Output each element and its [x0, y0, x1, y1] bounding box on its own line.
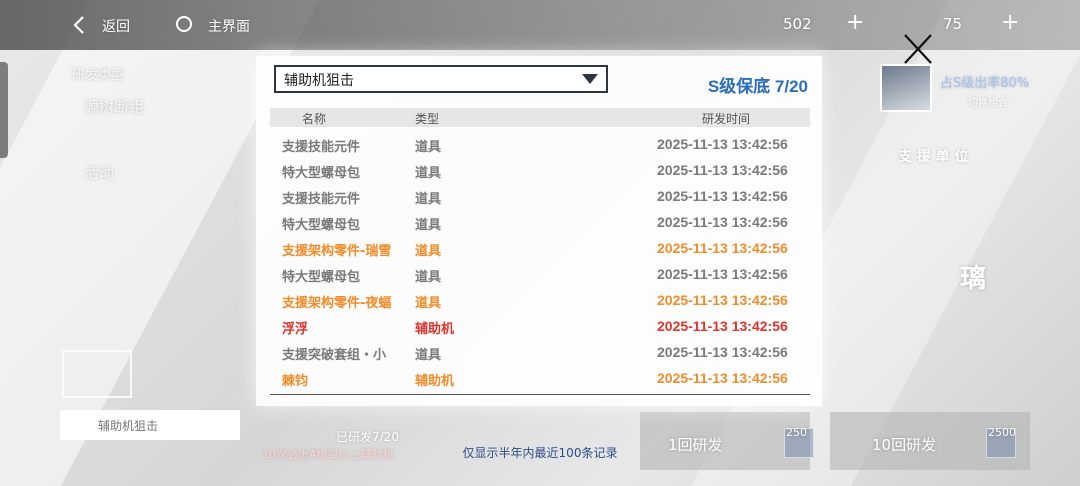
history-item-time: 2025-11-13 13:42:56	[657, 188, 788, 204]
column-time-header: 研发时间	[702, 112, 751, 126]
rate-label: 占S级出率80%	[940, 76, 1030, 91]
back-label[interactable]: 返回	[102, 16, 130, 36]
plus-icon[interactable]: +	[1001, 10, 1019, 35]
table-row: 棘钧 辅助机 2025-11-13 13:42:56	[270, 361, 810, 389]
home-icon[interactable]	[176, 16, 192, 32]
pool-tab[interactable]: 辅助机狙击	[60, 410, 240, 440]
history-item-time: 2025-11-13 13:42:56	[657, 370, 788, 386]
pull-10-cost: 2500	[988, 426, 1016, 439]
history-item-time: 2025-11-13 13:42:56	[657, 136, 788, 152]
side-handle[interactable]	[0, 62, 8, 158]
records-footnote: 仅显示半年内最近100条记录	[462, 446, 618, 460]
avatar	[880, 64, 932, 112]
column-name-header: 名称	[302, 112, 327, 126]
guarantee-counter: S级保底 7/20	[707, 77, 808, 96]
table-row: 支援架构零件-瑞雪 道具 2025-11-13 13:42:56	[270, 231, 810, 259]
history-item-name: 棘钧	[282, 374, 309, 389]
plus-icon[interactable]: +	[846, 10, 864, 35]
history-item-time: 2025-11-13 13:42:56	[657, 344, 788, 360]
currency-2-amount: 75	[943, 15, 963, 33]
table-row: 支援架构零件-夜蝠 道具 2025-11-13 13:42:56	[270, 283, 810, 311]
table-row: 特大型螺母包 道具 2025-11-13 13:42:56	[270, 205, 810, 233]
column-type-header: 类型	[415, 112, 440, 126]
table-header: 名称 类型 研发时间	[270, 108, 810, 127]
support-unit-label: 支 援 单 位	[898, 149, 969, 165]
unit-name: 璃	[960, 264, 987, 294]
table-divider	[270, 394, 810, 395]
history-item-time: 2025-11-13 13:42:56	[657, 318, 788, 334]
table-row: 支援技能元件 道具 2025-11-13 13:42:56	[270, 127, 810, 155]
back-chevron-icon[interactable]	[72, 15, 86, 35]
pool-select[interactable]: 辅助机狙击	[274, 65, 608, 93]
home-label[interactable]: 主界面	[208, 16, 250, 36]
pool-tab-label: 辅助机狙击	[98, 419, 159, 433]
history-item-time: 2025-11-13 13:42:56	[657, 240, 788, 256]
table-row: 特大型螺母包 道具 2025-11-13 13:42:56	[270, 153, 810, 181]
bg-card	[62, 350, 132, 398]
menu-item[interactable]: 源树断组	[84, 96, 144, 117]
close-button[interactable]	[898, 30, 938, 68]
history-item-time: 2025-11-13 13:42:56	[657, 162, 788, 178]
currency-1-amount: 502	[783, 15, 812, 33]
pool-select-value: 辅助机狙击	[284, 73, 354, 89]
table-row: 特大型螺母包 道具 2025-11-13 13:42:56	[270, 257, 810, 285]
table-body: 支援技能元件 道具 2025-11-13 13:42:56 特大型螺母包 道具 2025-…	[270, 127, 810, 389]
table-row: 支援技能元件 道具 2025-11-13 13:42:56	[270, 179, 810, 207]
menu-item[interactable]: 活动	[84, 162, 114, 183]
dropdown-arrow-icon	[582, 74, 598, 84]
history-item-time: 2025-11-13 13:42:56	[657, 214, 788, 230]
bottom-progress: 已研发7/20	[336, 430, 399, 444]
history-table: 名称 类型 研发时间 支援技能元件 道具 2025-11-13 13:42:56 特大…	[270, 108, 810, 389]
history-item-time: 2025-11-13 13:42:56	[657, 292, 788, 308]
history-item-type: 辅助机	[415, 374, 455, 389]
table-row: 支援突破套组・小 道具 2025-11-13 13:42:56	[270, 335, 810, 363]
history-item-time: 2025-11-13 13:42:56	[657, 266, 788, 282]
table-row: 浮浮 辅助机 2025-11-13 13:42:56	[270, 309, 810, 337]
close-icon	[904, 34, 932, 64]
pull-1-cost: 250	[786, 426, 807, 439]
switch-label[interactable]: 切换组合	[968, 94, 1008, 109]
section-title: 研发类型	[72, 68, 125, 83]
